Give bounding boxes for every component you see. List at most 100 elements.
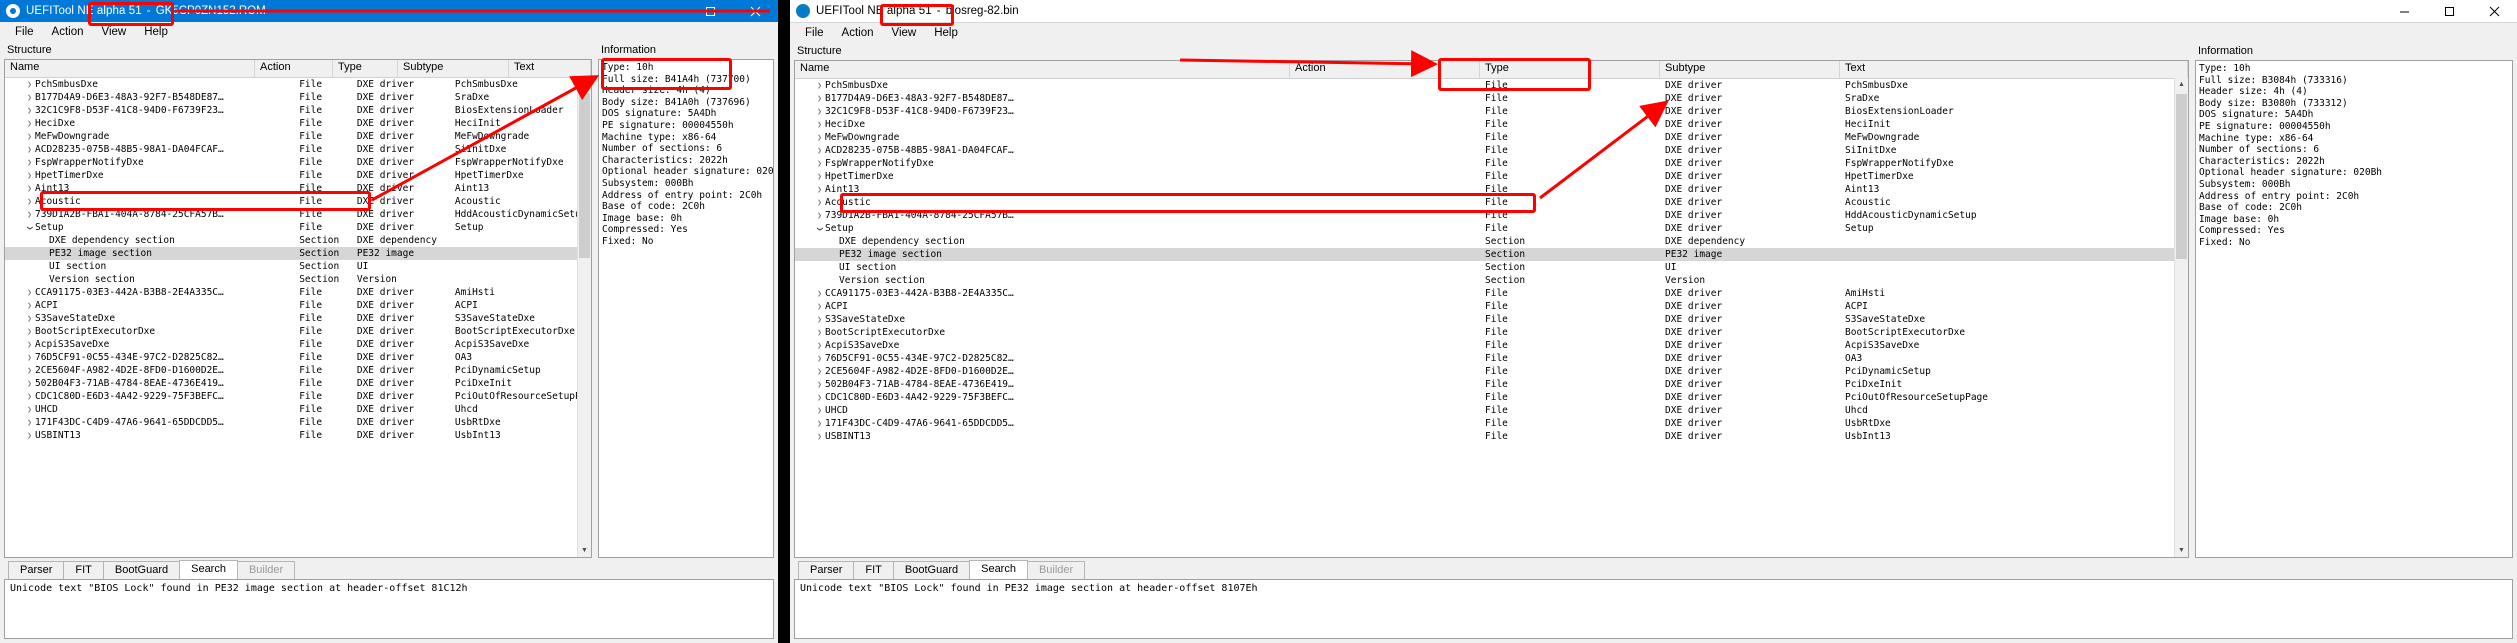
chevron-right-icon[interactable]: ❯ [24,340,35,349]
minimize-icon[interactable] [2382,0,2427,22]
scroll-down-icon[interactable]: ▼ [578,544,591,557]
chevron-right-icon[interactable]: ❯ [814,341,825,350]
chevron-right-icon[interactable]: ❯ [24,93,35,102]
close-icon[interactable] [2472,0,2517,22]
column-header-action[interactable]: Action [255,60,333,77]
table-row[interactable]: UI section Section UI [795,261,2188,274]
table-row[interactable]: ❯ PchSmbusDxe File DXE driver PchSmbusDxe [795,79,2188,92]
menu-help[interactable]: Help [925,25,967,41]
table-row[interactable]: ❯ 76D5CF91-0C55-434E-97C2-D2825C82… File DX… [795,352,2188,365]
scroll-up-icon[interactable]: ▲ [2175,78,2188,91]
menu-help[interactable]: Help [135,24,177,40]
table-row[interactable]: DXE dependency section Section DXE depende… [5,234,591,247]
tab-search[interactable]: Search [969,560,1028,579]
chevron-right-icon[interactable]: ❯ [24,405,35,414]
table-row[interactable]: ❯ ACPI File DXE driver ACPI [795,300,2188,313]
chevron-right-icon[interactable]: ❯ [814,406,825,415]
minimize-icon[interactable] [643,0,688,22]
maximize-icon[interactable] [688,0,733,22]
table-row[interactable]: ❯ FspWrapperNotifyDxe File DXE driver FspWra… [795,157,2188,170]
chevron-right-icon[interactable]: ❯ [814,432,825,441]
column-header-text[interactable]: Text [509,60,591,77]
chevron-right-icon[interactable]: ❯ [24,80,35,89]
chevron-right-icon[interactable]: ❯ [24,106,35,115]
table-row[interactable]: ❯ HpetTimerDxe File DXE driver HpetTimerDxe [5,169,591,182]
table-row[interactable]: ❯ B177D4A9-D6E3-48A3-92F7-B548DE87… File DX… [5,91,591,104]
chevron-right-icon[interactable]: ❯ [814,81,825,90]
scroll-down-icon[interactable]: ▼ [2175,544,2188,557]
chevron-right-icon[interactable]: ❯ [24,353,35,362]
chevron-right-icon[interactable]: ❯ [24,132,35,141]
table-row[interactable]: ❯ BootScriptExecutorDxe File DXE driver Boot… [795,326,2188,339]
table-row[interactable]: ❯ ACPI File DXE driver ACPI [5,299,591,312]
table-row[interactable]: ❯ 739D1A2B-FBA1-404A-8784-25CFA57B… File DX… [5,208,591,221]
table-row[interactable]: ❯ HeciDxe File DXE driver HeciInit [5,117,591,130]
chevron-right-icon[interactable]: ❯ [24,145,35,154]
chevron-right-icon[interactable]: ❯ [814,419,825,428]
maximize-icon[interactable] [2427,0,2472,22]
search-results-message[interactable]: Unicode text "BIOS Lock" found in PE32 i… [794,579,2513,639]
chevron-right-icon[interactable]: ❯ [814,146,825,155]
table-row[interactable]: ❯ 171F43DC-C4D9-47A6-9641-65DDCDD5… File DX… [5,416,591,429]
information-text[interactable]: Type: 10h Full size: B41A4h (737700) Hea… [598,59,774,558]
table-row[interactable]: ❯ AcpiS3SaveDxe File DXE driver AcpiS3SaveDx… [5,338,591,351]
table-row[interactable]: ❯ 171F43DC-C4D9-47A6-9641-65DDCDD5… File DX… [795,417,2188,430]
table-row[interactable]: ❯ 739D1A2B-FBA1-404A-8784-25CFA57B… File DX… [795,209,2188,222]
table-row[interactable]: ❯ 502B04F3-71AB-4784-8EAE-4736E419… File DX… [5,377,591,390]
table-row[interactable]: ❯ B177D4A9-D6E3-48A3-92F7-B548DE87… File DX… [795,92,2188,105]
table-row[interactable]: ❯ Setup File DXE driver Setup [5,221,591,234]
column-header-subtype[interactable]: Subtype [1660,61,1840,78]
table-row[interactable]: ❯ CCA91175-03E3-442A-B3B8-2E4A335C… File DX… [795,287,2188,300]
table-row[interactable]: ❯ MeFwDowngrade File DXE driver MeFwDowngrad… [795,131,2188,144]
table-row[interactable]: PE32 image section Section PE32 image [5,247,591,260]
table-row[interactable]: ❯ ACD28235-075B-48B5-98A1-DA04FCAF… File DX… [5,143,591,156]
table-row[interactable]: ❯ ACD28235-075B-48B5-98A1-DA04FCAF… File DX… [795,144,2188,157]
chevron-right-icon[interactable]: ❯ [24,379,35,388]
chevron-right-icon[interactable]: ❯ [814,315,825,324]
tab-builder[interactable]: Builder [236,561,296,579]
table-row[interactable]: ❯ 502B04F3-71AB-4784-8EAE-4736E419… File DX… [795,378,2188,391]
chevron-right-icon[interactable]: ❯ [814,393,825,402]
tab-bootguard[interactable]: BootGuard [102,561,181,579]
table-row[interactable]: Version section Section Version [795,274,2188,287]
table-row[interactable]: UI section Section UI [5,260,591,273]
chevron-down-icon[interactable]: ❯ [816,223,825,234]
chevron-right-icon[interactable]: ❯ [814,380,825,389]
chevron-right-icon[interactable]: ❯ [814,328,825,337]
chevron-right-icon[interactable]: ❯ [814,120,825,129]
chevron-right-icon[interactable]: ❯ [814,107,825,116]
chevron-right-icon[interactable]: ❯ [24,119,35,128]
chevron-right-icon[interactable]: ❯ [24,431,35,440]
chevron-right-icon[interactable]: ❯ [24,392,35,401]
chevron-right-icon[interactable]: ❯ [24,418,35,427]
table-row[interactable]: ❯ UHCD File DXE driver Uhcd [5,403,591,416]
scrollbar-thumb[interactable] [2176,94,2187,259]
column-header-name[interactable]: Name [5,60,255,77]
column-header-type[interactable]: Type [333,60,398,77]
tab-parser[interactable]: Parser [798,561,855,579]
table-row[interactable]: ❯ PchSmbusDxe File DXE driver PchSmbusDxe [5,78,591,91]
tree-scrollbar[interactable]: ▲ ▼ [577,77,591,557]
menu-view[interactable]: View [883,25,926,41]
column-header-name[interactable]: Name [795,61,1290,78]
table-row[interactable]: ❯ 76D5CF91-0C55-434E-97C2-D2825C82… File DX… [5,351,591,364]
information-text[interactable]: Type: 10h Full size: B3084h (733316) Hea… [2195,60,2513,558]
chevron-right-icon[interactable]: ❯ [814,94,825,103]
table-row[interactable]: ❯ 32C1C9F8-D53F-41C8-94D0-F6739F23… File DX… [795,105,2188,118]
chevron-right-icon[interactable]: ❯ [814,302,825,311]
column-header-subtype[interactable]: Subtype [398,60,509,77]
tab-builder[interactable]: Builder [1026,561,1086,579]
table-row[interactable]: PE32 image section Section PE32 image [795,248,2188,261]
tab-bootguard[interactable]: BootGuard [892,561,971,579]
chevron-right-icon[interactable]: ❯ [24,366,35,375]
menu-file[interactable]: File [796,25,833,41]
table-row[interactable]: ❯ 2CE5604F-A982-4D2E-8FD0-D1600D2E… File DX… [5,364,591,377]
table-row[interactable]: ❯ HpetTimerDxe File DXE driver HpetTimerDxe [795,170,2188,183]
chevron-right-icon[interactable]: ❯ [24,210,35,219]
chevron-right-icon[interactable]: ❯ [24,314,35,323]
table-row[interactable]: ❯ Aint13 File DXE driver Aint13 [5,182,591,195]
structure-tree[interactable]: Name Action Type Subtype Text ❯ PchSmbusD… [4,59,592,558]
chevron-right-icon[interactable]: ❯ [814,185,825,194]
tree-scrollbar[interactable]: ▲ ▼ [2174,78,2188,557]
table-row[interactable]: ❯ S3SaveStateDxe File DXE driver S3SaveState… [795,313,2188,326]
